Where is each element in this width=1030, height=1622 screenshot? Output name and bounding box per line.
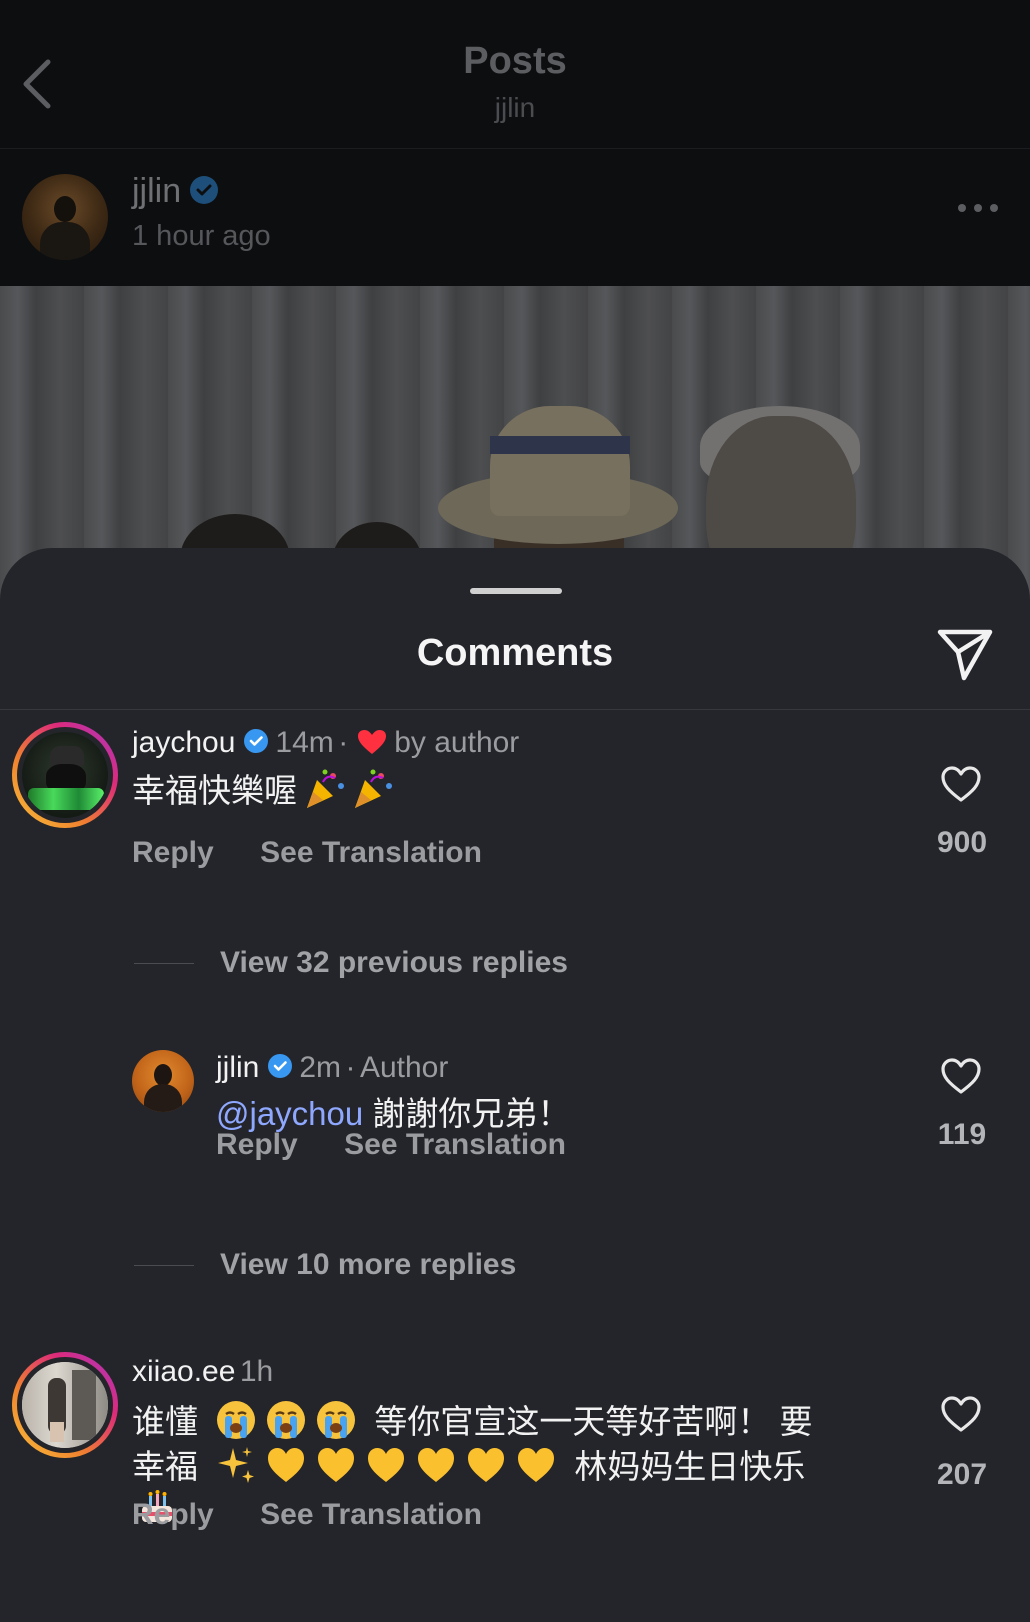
comment-header: xiiao.ee 1h: [132, 1355, 273, 1389]
divider: [0, 148, 1030, 149]
comment-body-part: 幸福: [132, 1448, 198, 1485]
comment-time: 1h: [239, 1355, 274, 1388]
party-popper-emoji: [307, 769, 344, 808]
sheet-grabber[interactable]: [470, 588, 562, 594]
verified-icon: [244, 729, 269, 753]
heart-icon[interactable]: [939, 1056, 983, 1096]
yellow-heart-emoji: [468, 1448, 505, 1482]
post-time: 1 hour ago: [132, 220, 271, 252]
comment-time: 14m: [275, 726, 334, 759]
sparkles-emoji: [218, 1447, 255, 1483]
divider: [0, 709, 1030, 710]
comment-username[interactable]: xiiao.ee: [132, 1355, 235, 1388]
crying-emoji: [217, 1401, 256, 1439]
more-icon[interactable]: [956, 202, 1000, 214]
avatar[interactable]: [12, 1352, 118, 1458]
liked-by-author: by author: [394, 726, 520, 759]
comment-body: 幸福快樂喔: [132, 772, 297, 809]
separator: ·: [338, 726, 349, 759]
reply-actions: Reply See Translation: [216, 1128, 566, 1162]
party-popper-emoji: [355, 769, 392, 808]
yellow-heart-emoji: [418, 1448, 455, 1482]
heart-icon[interactable]: [939, 764, 983, 804]
comment-actions: Reply See Translation: [132, 836, 482, 870]
emoji-group: [215, 1447, 574, 1485]
yellow-heart-emoji: [318, 1448, 355, 1482]
comment-text-line-2: 幸福 林妈妈生日快乐: [132, 1444, 805, 1489]
mention-link[interactable]: @jaychou: [216, 1095, 363, 1132]
yellow-heart-emoji: [518, 1448, 555, 1482]
crying-emoji: [317, 1401, 356, 1439]
share-icon[interactable]: [934, 622, 996, 684]
reply-button[interactable]: Reply: [216, 1128, 298, 1161]
view-more-replies[interactable]: View 10 more replies: [220, 1248, 516, 1282]
crying-emoji: [267, 1401, 306, 1439]
see-translation-button[interactable]: See Translation: [344, 1128, 566, 1161]
reply-body: 謝謝你兄弟！: [372, 1095, 571, 1132]
reply-username[interactable]: jjlin: [216, 1051, 259, 1084]
verified-icon: [268, 1054, 293, 1078]
separator: ·: [345, 1051, 356, 1084]
see-translation-button[interactable]: See Translation: [260, 1498, 482, 1531]
comment-username[interactable]: jaychou: [132, 726, 235, 759]
verified-icon: [190, 176, 219, 204]
comment-text: 幸福快樂喔: [132, 768, 393, 813]
avatar[interactable]: [12, 722, 118, 828]
comment-body-part: 等你官宣这一天等好苦啊！ 要: [374, 1403, 813, 1440]
post-header: jjlin 1 hour ago: [0, 150, 1030, 286]
reply-time: 2m: [299, 1051, 342, 1084]
avatar[interactable]: [22, 174, 108, 260]
comment-text-line-1: 谁懂 等你官宣这一天等好苦啊！ 要: [132, 1399, 813, 1444]
comment-body-part: 谁懂: [132, 1403, 198, 1440]
avatar[interactable]: [132, 1050, 194, 1112]
sheet-title: Comments: [416, 632, 614, 674]
divider: [134, 1265, 194, 1266]
heart-icon: [358, 730, 387, 754]
post-username[interactable]: jjlin: [132, 172, 219, 211]
yellow-heart-emoji: [268, 1448, 305, 1482]
comments-sheet: Comments jaychou 14m · by author 幸福快樂喔 R…: [0, 548, 1030, 1622]
author-label: Author: [359, 1051, 449, 1084]
see-translation-button[interactable]: See Translation: [260, 836, 482, 869]
divider: [134, 963, 194, 964]
like-count: 900: [936, 826, 988, 859]
post-username-text: jjlin: [132, 172, 182, 210]
page-title: Posts: [463, 40, 567, 82]
top-bar: Posts jjlin: [0, 0, 1030, 150]
like-count: 207: [936, 1458, 988, 1491]
yellow-heart-emoji: [368, 1448, 405, 1482]
heart-icon[interactable]: [939, 1394, 983, 1434]
view-previous-replies[interactable]: View 32 previous replies: [220, 946, 568, 980]
reply-header: jjlin 2m · Author: [216, 1051, 448, 1085]
reply-button[interactable]: Reply: [132, 836, 214, 869]
post-background: Posts jjlin jjlin 1 hour ago: [0, 0, 1030, 606]
comment-actions: Reply See Translation: [132, 1498, 482, 1532]
like-count: 119: [937, 1118, 987, 1151]
comment-header: jaychou 14m · by author: [132, 726, 519, 760]
comment-body-part: 林妈妈生日快乐: [574, 1448, 806, 1485]
crying-emojis: [215, 1401, 374, 1440]
reply-button[interactable]: Reply: [132, 1498, 214, 1531]
page-subtitle: jjlin: [494, 92, 536, 123]
